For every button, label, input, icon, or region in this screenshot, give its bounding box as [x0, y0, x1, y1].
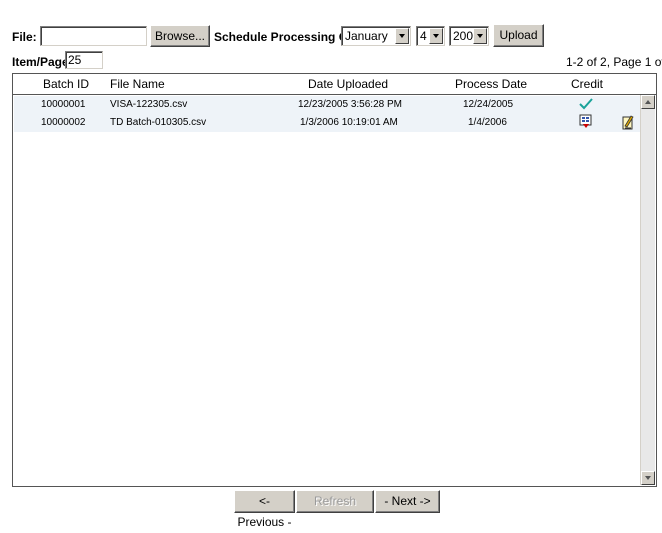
date-uploaded-cell: 12/23/2005 3:56:28 PM: [298, 99, 402, 110]
chevron-down-icon: [395, 28, 409, 44]
items-per-page-label: Item/Page:: [12, 55, 73, 69]
checkmark-icon: [579, 97, 593, 114]
chevron-down-icon: [429, 28, 443, 44]
remove-batch-icon[interactable]: [579, 114, 593, 133]
day-select-value: 4: [420, 29, 427, 43]
next-button[interactable]: - Next ->: [375, 490, 440, 513]
edit-icon[interactable]: [622, 114, 634, 133]
file-name-cell: VISA-122305.csv: [110, 99, 188, 110]
column-header-file-name[interactable]: File Name: [110, 77, 165, 91]
items-per-page-input[interactable]: 25: [65, 51, 103, 69]
date-uploaded-cell: 1/3/2006 10:19:01 AM: [300, 117, 398, 128]
table-row[interactable]: 10000001 VISA-122305.csv 12/23/2005 3:56…: [14, 96, 642, 114]
upload-button[interactable]: Upload: [493, 24, 544, 47]
previous-button[interactable]: <- Previous -: [234, 490, 295, 529]
browse-button[interactable]: Browse...: [150, 25, 210, 47]
year-select[interactable]: 2006: [449, 26, 489, 46]
scroll-up-button[interactable]: [641, 95, 655, 109]
column-header-date-uploaded[interactable]: Date Uploaded: [308, 77, 388, 91]
table-row[interactable]: 10000002 TD Batch-010305.csv 1/3/2006 10…: [14, 114, 642, 132]
batch-id-cell: 10000002: [41, 117, 86, 128]
schedule-processing-label: Schedule Processing On:: [214, 30, 360, 44]
batch-id-cell: 10000001: [41, 99, 86, 110]
file-name-cell: TD Batch-010305.csv: [110, 117, 207, 128]
month-select-value: January: [345, 29, 388, 43]
month-select[interactable]: January: [341, 26, 411, 46]
page-info: 1-2 of 2, Page 1 of 1: [566, 55, 662, 69]
day-select[interactable]: 4: [416, 26, 445, 46]
column-header-credit[interactable]: Credit: [571, 77, 603, 91]
scroll-down-button[interactable]: [641, 471, 655, 485]
grid-header: Batch ID File Name Date Uploaded Process…: [13, 74, 656, 95]
chevron-down-icon: [473, 28, 487, 44]
process-date-cell: 12/24/2005: [463, 99, 514, 110]
vertical-scrollbar[interactable]: [640, 95, 655, 485]
process-date-cell: 1/4/2006: [468, 117, 507, 128]
batch-grid: Batch ID File Name Date Uploaded Process…: [12, 73, 657, 487]
column-header-batch-id[interactable]: Batch ID: [43, 77, 89, 91]
refresh-button: Refresh: [296, 490, 374, 513]
file-label: File:: [12, 30, 37, 44]
file-path-input[interactable]: [40, 26, 147, 46]
column-header-process-date[interactable]: Process Date: [455, 77, 527, 91]
